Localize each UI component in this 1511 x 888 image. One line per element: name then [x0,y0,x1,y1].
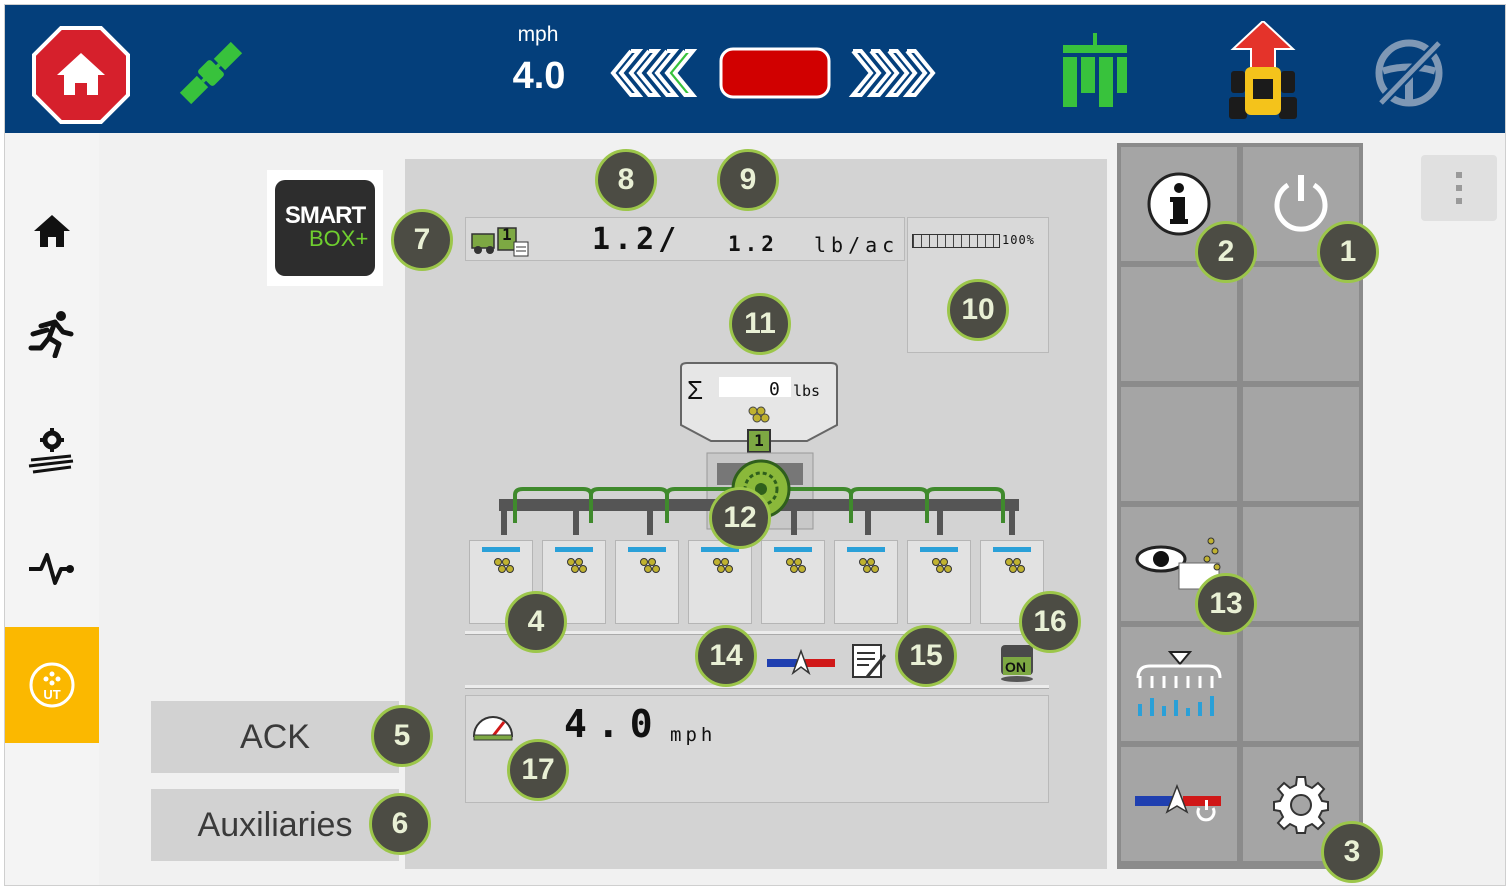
auxiliaries-button[interactable]: Auxiliaries [151,789,399,861]
speedometer-icon [472,716,514,741]
callout-3: 3 [1321,821,1383,883]
master-on-label: ON [1005,659,1026,675]
speed-panel-unit: mph [670,724,717,746]
ut-label: UT [43,687,60,702]
overflow-menu-button[interactable] [1421,155,1497,221]
row-unit[interactable] [688,540,752,624]
field-settings-icon [28,428,74,474]
callout-6: 6 [369,793,431,855]
seed-icon [713,558,733,573]
row-unit[interactable] [907,540,971,624]
callout-5: 5 [371,705,433,767]
info-icon [1147,172,1211,236]
softkey-empty[interactable] [1241,385,1361,503]
implement-sections-icon [1063,33,1127,107]
stop-home-button[interactable] [31,25,131,125]
guidance-right-chevrons-icon [848,49,936,97]
callout-1: 1 [1317,221,1379,283]
softkey-rate-adjust[interactable] [1119,745,1239,863]
sidebar-item-field-settings[interactable] [5,401,99,501]
callout-12: 12 [709,487,771,549]
callout-17: 17 [507,739,569,801]
row-unit[interactable] [834,540,898,624]
callout-7: 7 [391,209,453,271]
tank-level-percent: 100% [1002,233,1035,247]
callout-16: 16 [1019,591,1081,653]
seed-icon [494,558,514,573]
rate-product-number: 1 [502,225,512,244]
rate-target-value: 1.2 [728,232,778,256]
run-icon [28,311,74,358]
callout-8: 8 [595,149,657,211]
sidebar-item-ut[interactable]: UT [5,627,99,743]
seed-icon [932,558,952,573]
settings-gear-icon [1273,776,1329,834]
app-window: mph 4.0 UT SMART BOX+ ACK Auxiliaries 1 … [4,4,1506,886]
rate-bar[interactable]: 1 1.2/ 1.2 lb/ac [465,217,905,261]
sigma-symbol: Σ [687,375,704,405]
stop-home-icon [32,26,130,124]
steering-disabled-icon [1375,39,1443,107]
product-rate-icon [471,227,529,257]
guidance-lightbar[interactable] [609,45,939,101]
ut-icon: UT [29,662,75,708]
smartbox-logo: SMART BOX+ [267,170,383,286]
callout-14: 14 [695,625,757,687]
logo-line2: BOX+ [309,226,369,251]
logo-tile: SMART BOX+ [275,180,375,276]
guidance-lightbar-graphic [610,47,936,99]
sidebar-item-diagnostics[interactable] [5,519,99,619]
row-unit[interactable] [615,540,679,624]
top-status-bar: mph 4.0 [5,5,1505,133]
row-unit[interactable] [761,540,825,624]
job-report-icon[interactable] [851,643,887,681]
speed-panel-value: 4.0 [564,702,663,746]
guidance-offline-bar [719,47,831,99]
left-navigation: UT [5,133,99,885]
diagnostics-pulse-icon [29,553,74,585]
seed-icon [567,558,587,573]
seed-icon [1005,558,1025,573]
softkey-empty[interactable] [1241,505,1361,623]
guidance-left-chevrons-icon [610,49,698,97]
satellite-icon [179,41,243,105]
rate-adjust-icon [1135,784,1221,822]
softkey-empty[interactable] [1241,625,1361,743]
callout-4: 4 [505,591,567,653]
auto-steer-button[interactable] [1371,35,1447,111]
softkey-empty[interactable] [1119,385,1239,503]
callout-10: 10 [947,279,1009,341]
speed-unit-label: mph [517,23,559,46]
tractor-arrow-icon [1229,19,1297,119]
seed-icon [786,558,806,573]
speed-value: 4.0 [512,55,566,97]
row-rate-icon [1136,651,1222,716]
callout-11: 11 [729,293,791,355]
vehicle-status-button[interactable] [1227,19,1299,121]
sidebar-item-home[interactable] [5,181,99,281]
seed-icon [640,558,660,573]
section-control-button[interactable] [1059,31,1131,111]
power-icon [1274,175,1328,232]
rate-adjust-status-icon[interactable] [765,649,837,677]
master-switch-indicator[interactable]: ON [997,641,1037,683]
home-icon [34,215,70,247]
seed-icon [859,558,879,573]
total-unit: lbs [793,382,821,400]
tank-level-fill [913,235,999,247]
divider [465,685,1049,689]
sidebar-item-run[interactable] [5,283,99,383]
total-value: 0 [769,379,780,400]
softkey-row-rate[interactable] [1119,625,1239,743]
callout-13: 13 [1195,573,1257,635]
tank-level-bar [912,234,1000,248]
more-vertical-icon [1456,172,1462,204]
rate-actual-value: 1.2/ [592,222,681,257]
callout-9: 9 [717,149,779,211]
callout-2: 2 [1195,221,1257,283]
gps-status-button[interactable] [173,35,249,111]
rate-unit: lb/ac [814,233,900,257]
ack-button[interactable]: ACK [151,701,399,773]
callout-15: 15 [895,625,957,687]
